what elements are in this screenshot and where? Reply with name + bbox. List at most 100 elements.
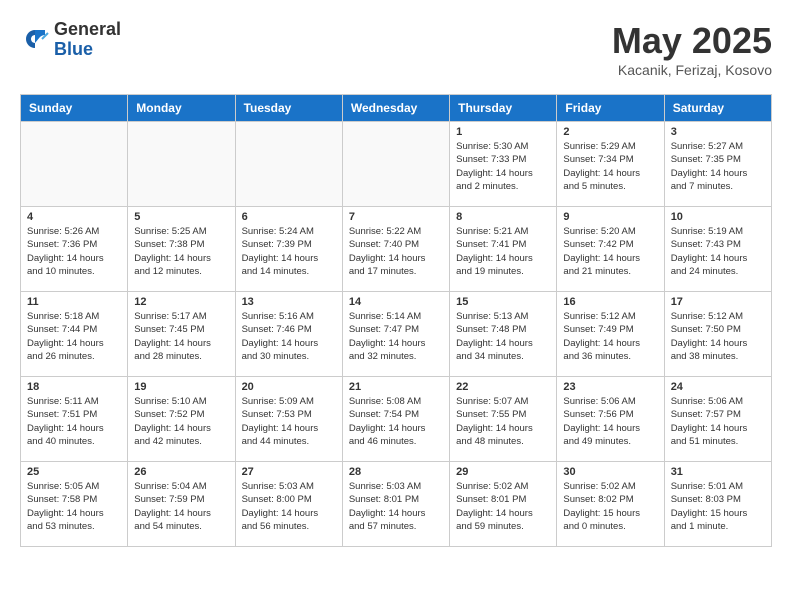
- day-info: Sunrise: 5:06 AM Sunset: 7:57 PM Dayligh…: [671, 395, 765, 448]
- weekday-header-tuesday: Tuesday: [235, 95, 342, 122]
- day-info: Sunrise: 5:09 AM Sunset: 7:53 PM Dayligh…: [242, 395, 336, 448]
- day-number: 14: [349, 296, 443, 308]
- week-row-5: 25 Sunrise: 5:05 AM Sunset: 7:58 PM Dayli…: [21, 462, 772, 547]
- day-info: Sunrise: 5:30 AM Sunset: 7:33 PM Dayligh…: [456, 140, 550, 193]
- day-info: Sunrise: 5:12 AM Sunset: 7:50 PM Dayligh…: [671, 310, 765, 363]
- day-number: 31: [671, 466, 765, 478]
- calendar-cell: 1 Sunrise: 5:30 AM Sunset: 7:33 PM Daylig…: [450, 122, 557, 207]
- calendar-cell: 7 Sunrise: 5:22 AM Sunset: 7:40 PM Daylig…: [342, 207, 449, 292]
- calendar-cell: 17 Sunrise: 5:12 AM Sunset: 7:50 PM Dayli…: [664, 292, 771, 377]
- day-info: Sunrise: 5:27 AM Sunset: 7:35 PM Dayligh…: [671, 140, 765, 193]
- day-number: 12: [134, 296, 228, 308]
- calendar-cell: 22 Sunrise: 5:07 AM Sunset: 7:55 PM Dayli…: [450, 377, 557, 462]
- weekday-header-saturday: Saturday: [664, 95, 771, 122]
- day-info: Sunrise: 5:25 AM Sunset: 7:38 PM Dayligh…: [134, 225, 228, 278]
- day-number: 7: [349, 211, 443, 223]
- week-row-2: 4 Sunrise: 5:26 AM Sunset: 7:36 PM Daylig…: [21, 207, 772, 292]
- day-number: 24: [671, 381, 765, 393]
- day-number: 25: [27, 466, 121, 478]
- calendar-cell: 10 Sunrise: 5:19 AM Sunset: 7:43 PM Dayli…: [664, 207, 771, 292]
- calendar-cell: 18 Sunrise: 5:11 AM Sunset: 7:51 PM Dayli…: [21, 377, 128, 462]
- calendar-cell: 24 Sunrise: 5:06 AM Sunset: 7:57 PM Dayli…: [664, 377, 771, 462]
- logo: General Blue: [20, 20, 121, 60]
- logo-blue-text: Blue: [54, 40, 121, 60]
- calendar-cell: 25 Sunrise: 5:05 AM Sunset: 7:58 PM Dayli…: [21, 462, 128, 547]
- day-info: Sunrise: 5:14 AM Sunset: 7:47 PM Dayligh…: [349, 310, 443, 363]
- calendar-cell: 2Sunrise: 5:29 AM Sunset: 7:34 PM Daylig…: [557, 122, 664, 207]
- calendar-cell: 27Sunrise: 5:03 AM Sunset: 8:00 PM Dayli…: [235, 462, 342, 547]
- week-row-1: 1 Sunrise: 5:30 AM Sunset: 7:33 PM Daylig…: [21, 122, 772, 207]
- calendar-cell: 9Sunrise: 5:20 AM Sunset: 7:42 PM Daylig…: [557, 207, 664, 292]
- day-number: 30: [563, 466, 657, 478]
- calendar-cell: 26Sunrise: 5:04 AM Sunset: 7:59 PM Dayli…: [128, 462, 235, 547]
- weekday-header-friday: Friday: [557, 95, 664, 122]
- day-info: Sunrise: 5:26 AM Sunset: 7:36 PM Dayligh…: [27, 225, 121, 278]
- calendar-cell: 19 Sunrise: 5:10 AM Sunset: 7:52 PM Dayli…: [128, 377, 235, 462]
- calendar-cell: 4 Sunrise: 5:26 AM Sunset: 7:36 PM Daylig…: [21, 207, 128, 292]
- day-number: 22: [456, 381, 550, 393]
- day-number: 17: [671, 296, 765, 308]
- day-info: Sunrise: 5:07 AM Sunset: 7:55 PM Dayligh…: [456, 395, 550, 448]
- week-row-4: 18 Sunrise: 5:11 AM Sunset: 7:51 PM Dayli…: [21, 377, 772, 462]
- day-number: 5: [134, 211, 228, 223]
- calendar-cell: 5 Sunrise: 5:25 AM Sunset: 7:38 PM Daylig…: [128, 207, 235, 292]
- day-info: Sunrise: 5:24 AM Sunset: 7:39 PM Dayligh…: [242, 225, 336, 278]
- day-info: Sunrise: 5:21 AM Sunset: 7:41 PM Dayligh…: [456, 225, 550, 278]
- day-number: 3: [671, 126, 765, 138]
- day-info: Sunrise: 5:02 AM Sunset: 8:01 PM Dayligh…: [456, 480, 550, 533]
- logo-general-text: General: [54, 20, 121, 40]
- day-info: Sunrise: 5:05 AM Sunset: 7:58 PM Dayligh…: [27, 480, 121, 533]
- logo-text: General Blue: [54, 20, 121, 60]
- day-number: 21: [349, 381, 443, 393]
- day-info: Sunrise: 5:08 AM Sunset: 7:54 PM Dayligh…: [349, 395, 443, 448]
- calendar-cell: 12 Sunrise: 5:17 AM Sunset: 7:45 PM Dayli…: [128, 292, 235, 377]
- day-info: Sunrise: 5:12 AM Sunset: 7:49 PM Dayligh…: [563, 310, 657, 363]
- calendar-table: SundayMondayTuesdayWednesdayThursdayFrid…: [20, 94, 772, 547]
- weekday-header-wednesday: Wednesday: [342, 95, 449, 122]
- day-info: Sunrise: 5:17 AM Sunset: 7:45 PM Dayligh…: [134, 310, 228, 363]
- day-number: 15: [456, 296, 550, 308]
- day-number: 8: [456, 211, 550, 223]
- calendar-cell: [342, 122, 449, 207]
- page-header: General Blue May 2025 Kacanik, Ferizaj, …: [20, 20, 772, 78]
- day-info: Sunrise: 5:19 AM Sunset: 7:43 PM Dayligh…: [671, 225, 765, 278]
- logo-icon: [20, 25, 50, 55]
- calendar-cell: 6 Sunrise: 5:24 AM Sunset: 7:39 PM Daylig…: [235, 207, 342, 292]
- calendar-cell: 28Sunrise: 5:03 AM Sunset: 8:01 PM Dayli…: [342, 462, 449, 547]
- day-number: 1: [456, 126, 550, 138]
- calendar-cell: 11Sunrise: 5:18 AM Sunset: 7:44 PM Dayli…: [21, 292, 128, 377]
- calendar-cell: 15 Sunrise: 5:13 AM Sunset: 7:48 PM Dayli…: [450, 292, 557, 377]
- day-info: Sunrise: 5:01 AM Sunset: 8:03 PM Dayligh…: [671, 480, 765, 533]
- day-info: Sunrise: 5:06 AM Sunset: 7:56 PM Dayligh…: [563, 395, 657, 448]
- calendar-cell: [235, 122, 342, 207]
- calendar-cell: 21 Sunrise: 5:08 AM Sunset: 7:54 PM Dayli…: [342, 377, 449, 462]
- week-row-3: 11Sunrise: 5:18 AM Sunset: 7:44 PM Dayli…: [21, 292, 772, 377]
- month-title: May 2025: [612, 20, 772, 62]
- day-info: Sunrise: 5:11 AM Sunset: 7:51 PM Dayligh…: [27, 395, 121, 448]
- day-info: Sunrise: 5:13 AM Sunset: 7:48 PM Dayligh…: [456, 310, 550, 363]
- day-number: 16: [563, 296, 657, 308]
- calendar-cell: 30Sunrise: 5:02 AM Sunset: 8:02 PM Dayli…: [557, 462, 664, 547]
- day-number: 11: [27, 296, 121, 308]
- day-number: 20: [242, 381, 336, 393]
- day-info: Sunrise: 5:20 AM Sunset: 7:42 PM Dayligh…: [563, 225, 657, 278]
- weekday-header-row: SundayMondayTuesdayWednesdayThursdayFrid…: [21, 95, 772, 122]
- day-number: 19: [134, 381, 228, 393]
- day-number: 18: [27, 381, 121, 393]
- calendar-cell: [128, 122, 235, 207]
- calendar-cell: 29 Sunrise: 5:02 AM Sunset: 8:01 PM Dayli…: [450, 462, 557, 547]
- weekday-header-monday: Monday: [128, 95, 235, 122]
- weekday-header-thursday: Thursday: [450, 95, 557, 122]
- calendar-cell: 20 Sunrise: 5:09 AM Sunset: 7:53 PM Dayli…: [235, 377, 342, 462]
- day-info: Sunrise: 5:22 AM Sunset: 7:40 PM Dayligh…: [349, 225, 443, 278]
- day-number: 27: [242, 466, 336, 478]
- day-info: Sunrise: 5:10 AM Sunset: 7:52 PM Dayligh…: [134, 395, 228, 448]
- title-block: May 2025 Kacanik, Ferizaj, Kosovo: [612, 20, 772, 78]
- day-number: 4: [27, 211, 121, 223]
- day-number: 10: [671, 211, 765, 223]
- calendar-cell: 13Sunrise: 5:16 AM Sunset: 7:46 PM Dayli…: [235, 292, 342, 377]
- weekday-header-sunday: Sunday: [21, 95, 128, 122]
- day-number: 6: [242, 211, 336, 223]
- day-number: 29: [456, 466, 550, 478]
- calendar-cell: 23Sunrise: 5:06 AM Sunset: 7:56 PM Dayli…: [557, 377, 664, 462]
